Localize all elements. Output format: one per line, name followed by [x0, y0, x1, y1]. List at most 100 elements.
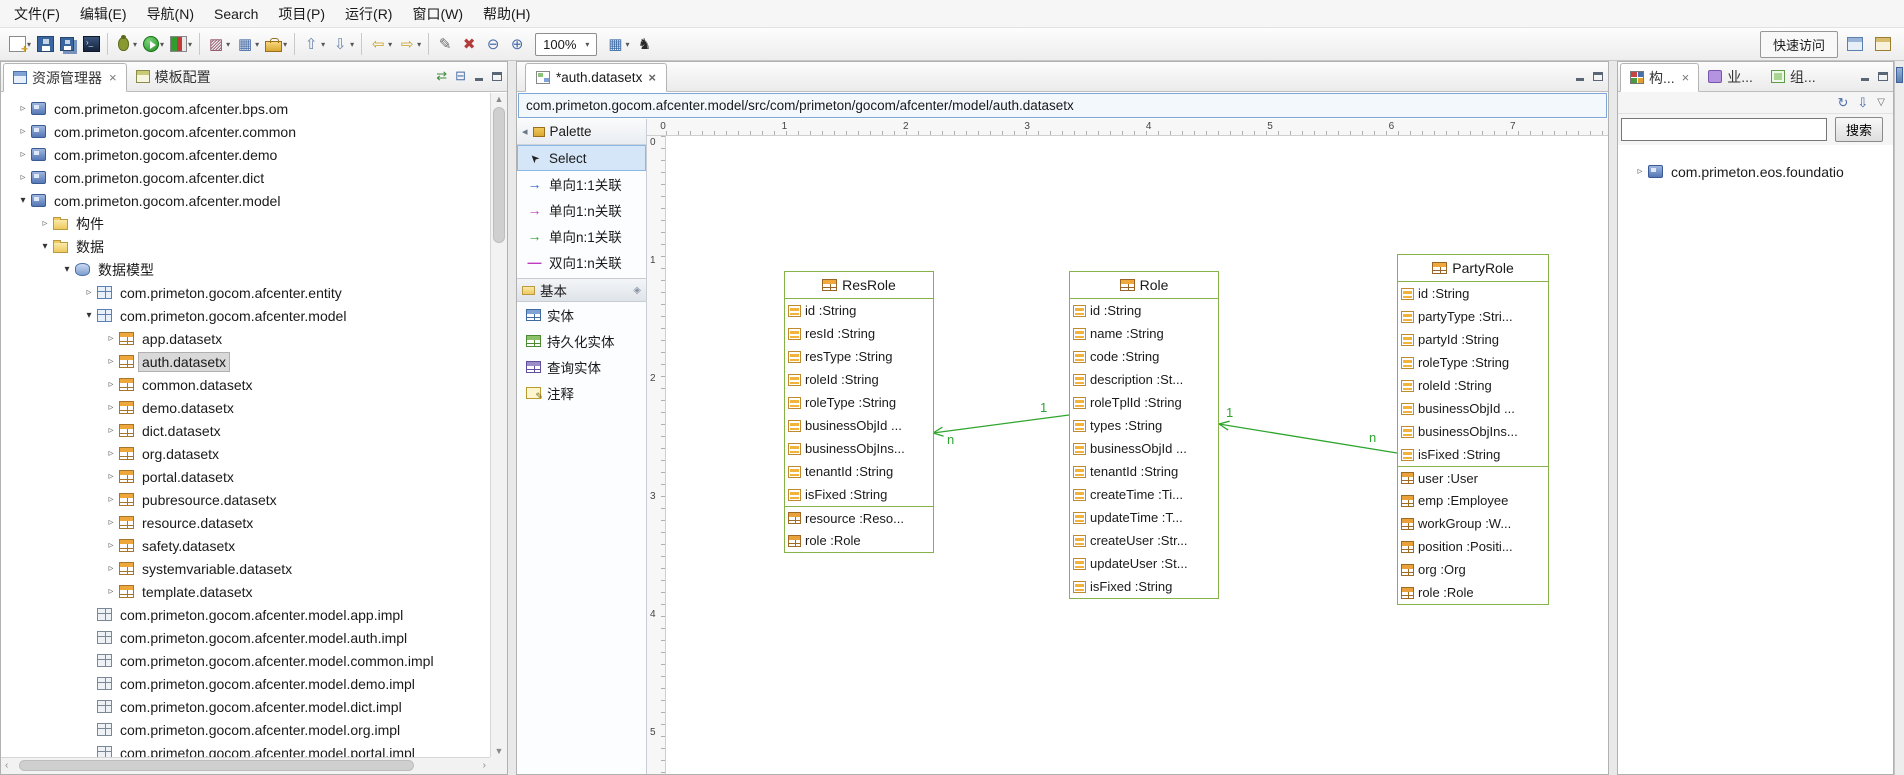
dropdown-arrow-icon[interactable]: ▾ [226, 40, 230, 49]
tree-item[interactable]: ▾数据 [1, 235, 490, 258]
entity-field[interactable]: id :String [1070, 299, 1218, 322]
scroll-up-icon[interactable]: ▲ [491, 94, 507, 104]
palette-tool[interactable]: 注释 [517, 380, 646, 406]
scroll-left-icon[interactable]: ‹ [5, 760, 8, 771]
entity-field[interactable]: isFixed :String [785, 483, 933, 506]
collapse-all-icon[interactable]: ⊟ [455, 68, 466, 84]
scrollbar-thumb[interactable] [19, 760, 414, 771]
new-wizard-icon[interactable]: ▾ [6, 31, 34, 57]
palette-tool[interactable]: 实体 [517, 302, 646, 328]
tree-item[interactable]: com.primeton.gocom.afcenter.model.dict.i… [1, 695, 490, 718]
minimize-icon[interactable] [474, 72, 484, 81]
menu-item[interactable]: 项目(P) [268, 0, 335, 28]
expand-arrow-icon[interactable]: ▹ [103, 563, 119, 574]
tree-item[interactable]: ▹构件 [1, 212, 490, 235]
dropdown-arrow-icon[interactable]: ▾ [283, 40, 287, 49]
search-button[interactable]: 搜索 [1835, 117, 1883, 142]
external-tools-icon[interactable]: ▾ [262, 31, 290, 57]
search-input[interactable] [1621, 118, 1827, 141]
import-icon[interactable]: ⇩ [1857, 95, 1868, 111]
save-all-icon[interactable] [57, 31, 80, 57]
entity-field[interactable]: emp :Employee [1398, 489, 1548, 512]
entity-field[interactable]: roleId :String [785, 368, 933, 391]
tree-item[interactable]: com.primeton.gocom.afcenter.model.org.im… [1, 718, 490, 741]
entity-field[interactable]: types :String [1070, 414, 1218, 437]
menu-item[interactable]: 导航(N) [137, 0, 204, 28]
tree-item[interactable]: ▹common.datasetx [1, 373, 490, 396]
open-perspective-icon[interactable] [1844, 31, 1866, 57]
view-tab[interactable]: 业... [1699, 62, 1762, 91]
entity-field[interactable]: roleType :String [1398, 351, 1548, 374]
expand-arrow-icon[interactable]: ▹ [103, 379, 119, 390]
entity-field[interactable]: partyType :Stri... [1398, 305, 1548, 328]
view-tab[interactable]: 资源管理器× [3, 63, 127, 92]
expand-arrow-icon[interactable]: ▾ [15, 195, 31, 206]
maximize-icon[interactable] [1878, 72, 1888, 81]
entity-Role[interactable]: Roleid :Stringname :Stringcode :Stringde… [1069, 271, 1219, 599]
collapse-palette-icon[interactable]: ◂ [522, 125, 528, 138]
tree-item[interactable]: com.primeton.gocom.afcenter.model.demo.i… [1, 672, 490, 695]
zoom-level-select[interactable]: 100% ▾ [535, 33, 597, 56]
palette-tool[interactable]: 查询实体 [517, 354, 646, 380]
close-icon[interactable]: × [1682, 70, 1690, 85]
entity-field[interactable]: code :String [1070, 345, 1218, 368]
entity-field[interactable]: resource :Reso... [785, 506, 933, 529]
connection-ResRole-Role[interactable]: n1 [933, 400, 1069, 447]
diagram-canvas[interactable]: n11n ResRoleid :StringresId :StringresTy… [666, 136, 1608, 774]
modeling-tool-icon[interactable]: ♞ [632, 31, 656, 57]
tree-item[interactable]: ▹demo.datasetx [1, 396, 490, 419]
entity-field[interactable]: description :St... [1070, 368, 1218, 391]
tree-item[interactable]: ▹com.primeton.gocom.afcenter.demo [1, 143, 490, 166]
tree-item[interactable]: ▹systemvariable.datasetx [1, 557, 490, 580]
tree-item[interactable]: ▹com.primeton.gocom.afcenter.entity [1, 281, 490, 304]
palette-drawer[interactable]: 基本◈ [517, 278, 646, 302]
expand-arrow-icon[interactable]: ▹ [103, 425, 119, 436]
quick-access-button[interactable]: 快速访问 [1760, 31, 1838, 58]
palette-tool[interactable]: →单向1:1关联 [517, 171, 646, 197]
menu-item[interactable]: 运行(R) [335, 0, 402, 28]
tree-item[interactable]: ▹com.primeton.gocom.afcenter.dict [1, 166, 490, 189]
tree-horizontal-scrollbar[interactable]: ‹ › [1, 757, 490, 774]
scroll-down-icon[interactable]: ▼ [491, 746, 507, 756]
tree-item[interactable]: com.primeton.gocom.afcenter.model.common… [1, 649, 490, 672]
refresh-icon[interactable]: ↻ [1837, 95, 1848, 111]
entity-field[interactable]: resType :String [785, 345, 933, 368]
expand-arrow-icon[interactable]: ▹ [103, 448, 119, 459]
tree-item[interactable]: ▹com.primeton.eos.foundatio [1618, 160, 1893, 183]
entity-field[interactable]: tenantId :String [785, 460, 933, 483]
tree-item[interactable]: ▹safety.datasetx [1, 534, 490, 557]
tree-item[interactable]: ▾com.primeton.gocom.afcenter.model [1, 304, 490, 327]
connection-Role-PartyRole[interactable]: 1n [1219, 405, 1397, 453]
maximize-icon[interactable] [1593, 72, 1603, 81]
expand-arrow-icon[interactable]: ▹ [103, 333, 119, 344]
view-tab[interactable]: 模板配置 [127, 62, 220, 91]
current-perspective-icon[interactable] [1872, 31, 1894, 57]
expand-arrow-icon[interactable]: ▹ [103, 540, 119, 551]
scroll-right-icon[interactable]: › [483, 760, 486, 771]
coverage-icon[interactable]: ▾ [167, 31, 195, 57]
view-menu-icon[interactable]: ▽ [1877, 97, 1885, 108]
entity-field[interactable]: user :User [1398, 466, 1548, 489]
entity-field[interactable]: tenantId :String [1070, 460, 1218, 483]
view-tab[interactable]: 组... [1762, 62, 1825, 91]
entity-field[interactable]: partyId :String [1398, 328, 1548, 351]
entity-field[interactable]: businessObjId ... [785, 414, 933, 437]
palette-tool[interactable]: 持久化实体 [517, 328, 646, 354]
dropdown-arrow-icon[interactable]: ▾ [255, 40, 259, 49]
edit-icon[interactable]: ✎ [433, 31, 457, 57]
menu-item[interactable]: Search [204, 2, 268, 26]
tree-item[interactable]: ▾数据模型 [1, 258, 490, 281]
entity-field[interactable]: roleId :String [1398, 374, 1548, 397]
profile-icon[interactable]: ▨▾ [204, 31, 233, 57]
tree-item[interactable]: ▹org.datasetx [1, 442, 490, 465]
pin-icon[interactable]: ◈ [633, 285, 641, 296]
menu-item[interactable]: 编辑(E) [70, 0, 137, 28]
close-icon[interactable]: × [109, 70, 117, 85]
minimize-icon[interactable] [1575, 72, 1585, 81]
forward-icon[interactable]: ⇨▾ [395, 31, 424, 57]
entity-field[interactable]: businessObjIns... [1398, 420, 1548, 443]
expand-arrow-icon[interactable]: ▹ [15, 149, 31, 160]
dropdown-arrow-icon[interactable]: ▾ [321, 40, 325, 49]
entity-field[interactable]: businessObjIns... [785, 437, 933, 460]
expand-arrow-icon[interactable]: ▹ [103, 586, 119, 597]
